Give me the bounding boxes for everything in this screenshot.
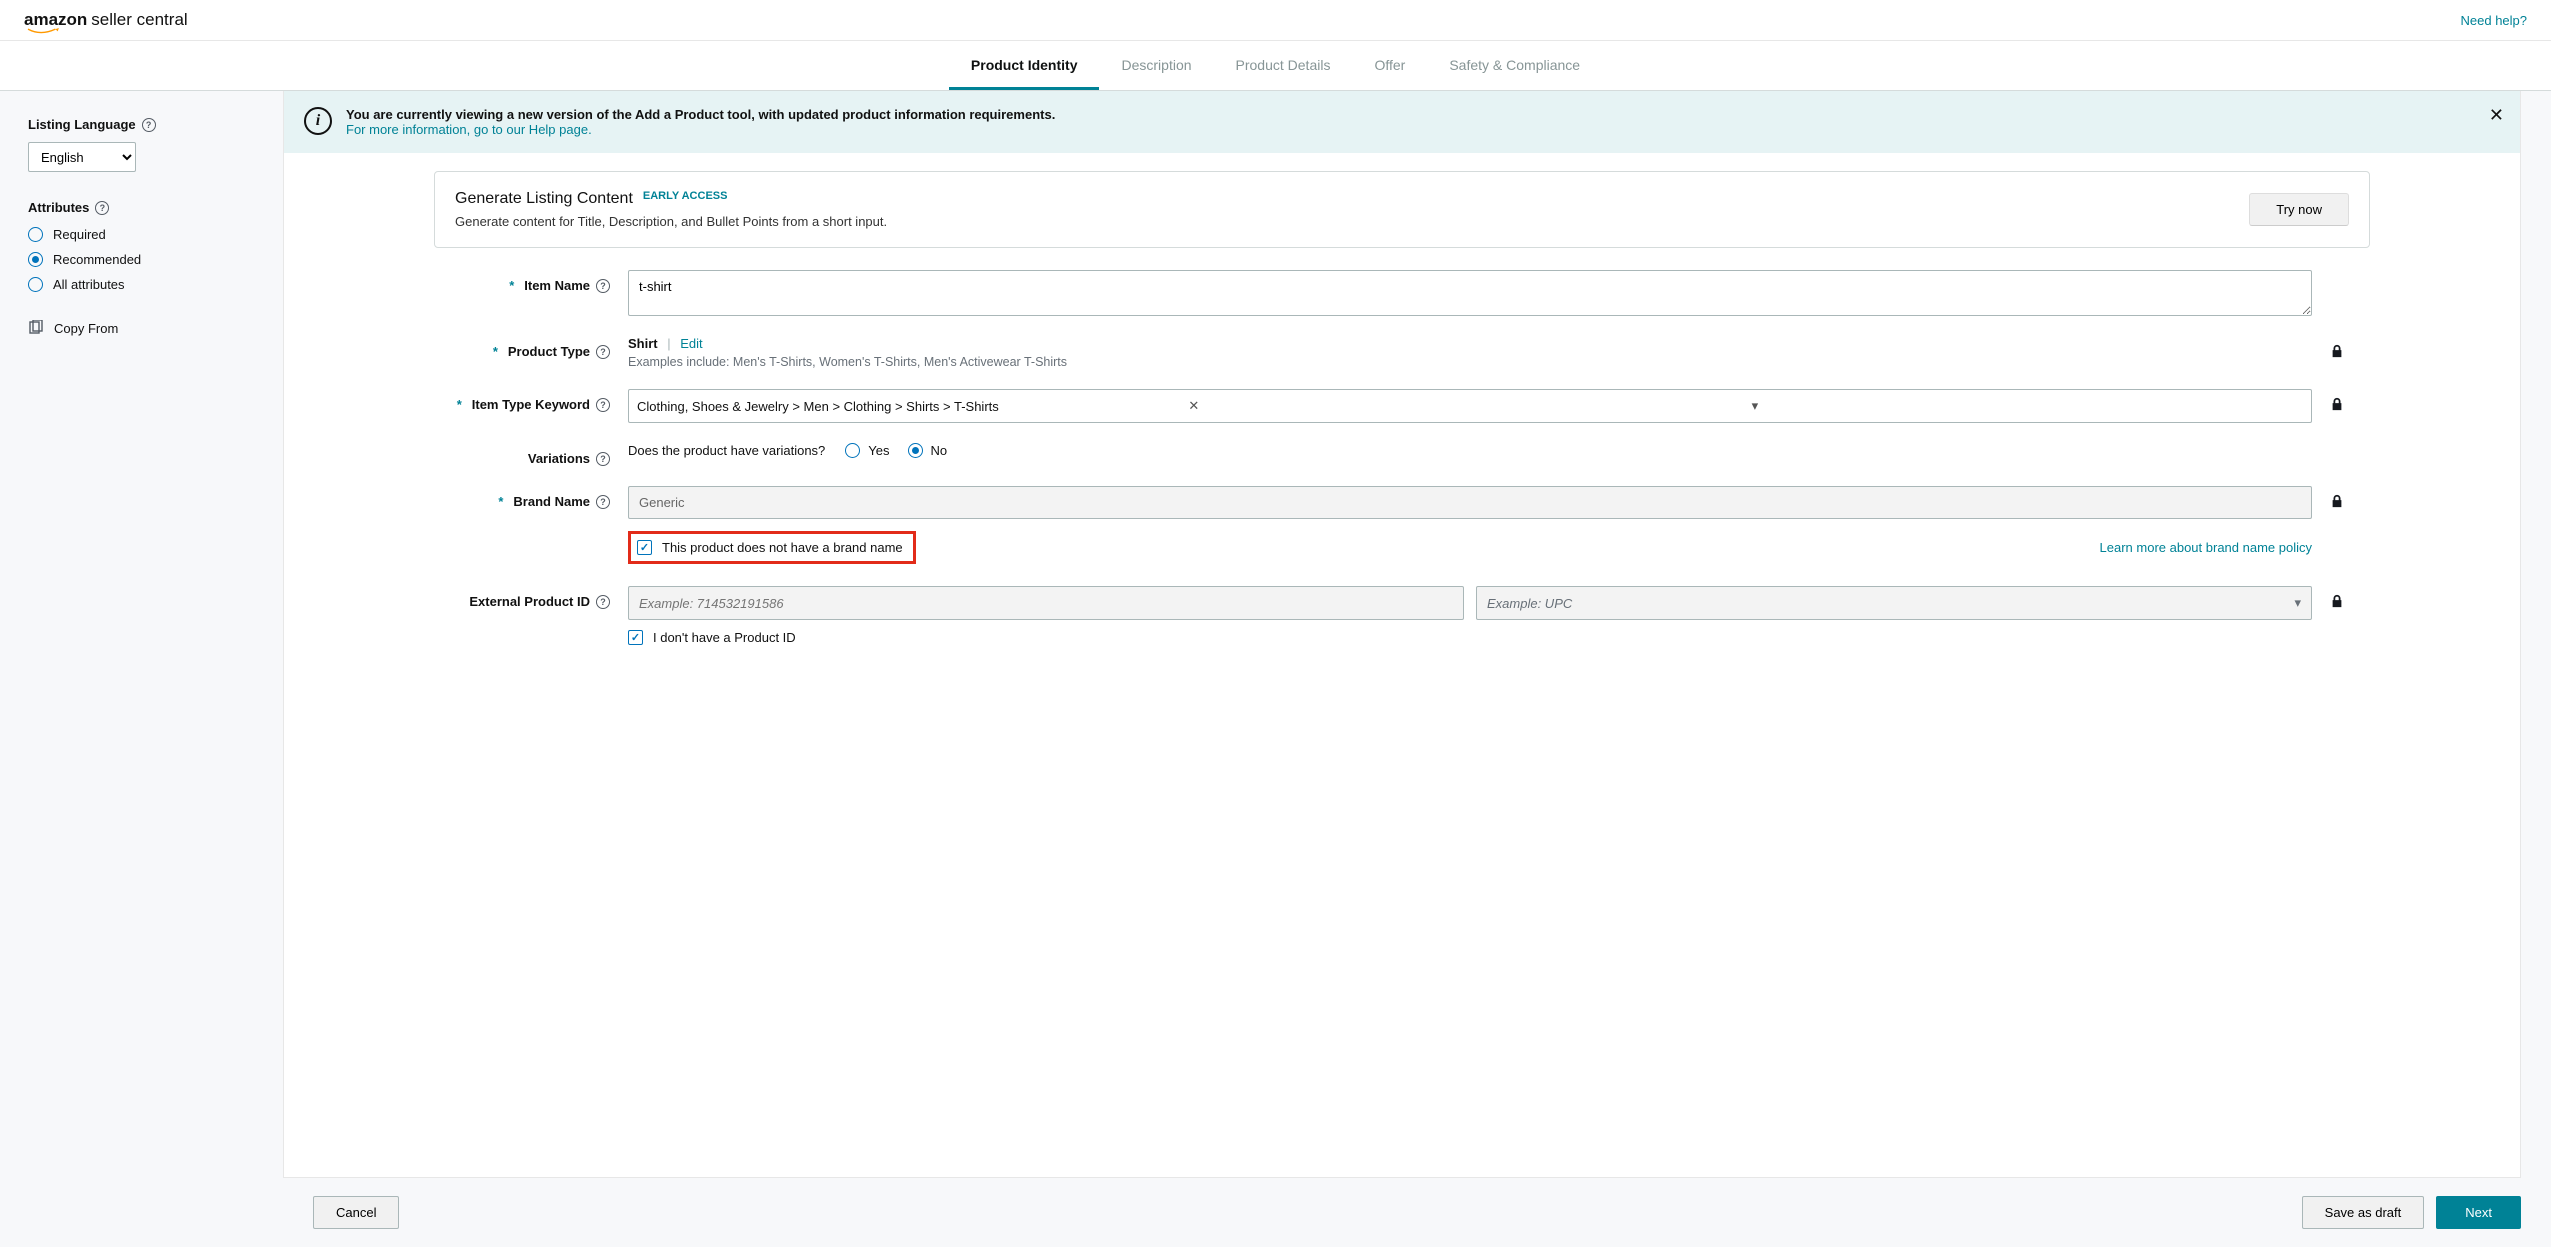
attr-required[interactable]: Required <box>28 227 255 242</box>
help-icon[interactable]: ? <box>596 595 610 609</box>
item-type-keyword-label: *Item Type Keyword ? <box>434 389 610 412</box>
chevron-down-icon: ▾ <box>2294 595 2301 611</box>
tab-product-identity[interactable]: Product Identity <box>949 41 1100 90</box>
radio-label: Recommended <box>53 252 141 267</box>
clear-icon[interactable]: ✕ <box>1188 398 1739 414</box>
product-type-label: *Product Type ? <box>434 336 610 359</box>
info-banner: i You are currently viewing a new versio… <box>284 91 2520 153</box>
try-now-button[interactable]: Try now <box>2249 193 2349 226</box>
language-select[interactable]: English <box>28 142 136 172</box>
radio-label: No <box>931 443 948 458</box>
top-header: amazon seller central Need help? <box>0 0 2551 41</box>
help-icon[interactable]: ? <box>95 201 109 215</box>
radio-label: All attributes <box>53 277 125 292</box>
radio-icon <box>28 252 43 267</box>
no-brand-highlight: This product does not have a brand name <box>628 531 916 564</box>
attributes-label: Attributes ? <box>28 200 109 215</box>
lock-icon <box>2330 344 2344 358</box>
sidebar: Listing Language ? English Attributes ? … <box>0 91 283 1178</box>
attr-recommended[interactable]: Recommended <box>28 252 255 267</box>
tab-safety-compliance[interactable]: Safety & Compliance <box>1427 41 1602 90</box>
smile-icon <box>24 28 64 36</box>
product-type-examples: Examples include: Men's T-Shirts, Women'… <box>628 355 2312 369</box>
radio-icon <box>28 227 43 242</box>
external-product-id-type-select: Example: UPC ▾ <box>1476 586 2312 620</box>
item-type-keyword-combo[interactable]: Clothing, Shoes & Jewelry > Men > Clothi… <box>628 389 2312 423</box>
help-icon[interactable]: ? <box>596 398 610 412</box>
no-product-id-checkbox[interactable] <box>628 630 643 645</box>
tab-product-details[interactable]: Product Details <box>1214 41 1353 90</box>
lock-icon <box>2330 594 2344 608</box>
variations-question: Does the product have variations? <box>628 443 825 458</box>
logo-text-seller-central: seller central <box>91 10 187 30</box>
help-icon[interactable]: ? <box>596 452 610 466</box>
main-panel: i You are currently viewing a new versio… <box>283 91 2521 1178</box>
radio-label: Yes <box>868 443 889 458</box>
copy-from-label: Copy From <box>54 321 118 336</box>
item-name-input[interactable] <box>628 270 2312 316</box>
product-type-value: Shirt <box>628 336 658 351</box>
info-icon: i <box>304 107 332 135</box>
product-type-edit-link[interactable]: Edit <box>680 336 702 351</box>
radio-icon <box>845 443 860 458</box>
logo-text-amazon: amazon <box>24 10 87 29</box>
save-draft-button[interactable]: Save as draft <box>2302 1196 2425 1229</box>
brand-name-label: *Brand Name ? <box>434 486 610 509</box>
generate-subtitle: Generate content for Title, Description,… <box>455 214 887 229</box>
banner-help-link[interactable]: For more information, go to our Help pag… <box>346 122 592 137</box>
external-product-id-input <box>628 586 1464 620</box>
need-help-link[interactable]: Need help? <box>2461 13 2528 28</box>
copy-icon <box>28 320 44 336</box>
tab-offer[interactable]: Offer <box>1352 41 1427 90</box>
combo-value: Clothing, Shoes & Jewelry > Men > Clothi… <box>637 399 1188 414</box>
no-product-id-label: I don't have a Product ID <box>653 630 796 645</box>
radio-label: Required <box>53 227 106 242</box>
tab-description[interactable]: Description <box>1099 41 1213 90</box>
radio-icon <box>908 443 923 458</box>
copy-from-button[interactable]: Copy From <box>28 320 255 336</box>
banner-text: You are currently viewing a new version … <box>346 107 1055 122</box>
variations-yes-radio[interactable]: Yes <box>845 443 889 458</box>
footer-bar: Cancel Save as draft Next <box>0 1178 2551 1247</box>
chevron-down-icon[interactable]: ▾ <box>1752 398 2303 414</box>
item-name-label: *Item Name ? <box>434 270 610 293</box>
next-button[interactable]: Next <box>2436 1196 2521 1229</box>
amazon-logo[interactable]: amazon seller central <box>24 10 188 30</box>
external-product-id-label: External Product ID ? <box>434 586 610 609</box>
generate-title: Generate Listing Content <box>455 190 633 208</box>
cancel-button[interactable]: Cancel <box>313 1196 399 1229</box>
help-icon[interactable]: ? <box>596 345 610 359</box>
close-icon[interactable]: ✕ <box>2489 105 2504 126</box>
generate-listing-box: Generate Listing Content EARLY ACCESS Ge… <box>434 171 2370 248</box>
tabs: Product Identity Description Product Det… <box>0 41 2551 91</box>
no-brand-checkbox[interactable] <box>637 540 652 555</box>
brand-name-input <box>628 486 2312 519</box>
help-icon[interactable]: ? <box>596 279 610 293</box>
help-icon[interactable]: ? <box>596 495 610 509</box>
listing-language-label: Listing Language ? <box>28 117 156 132</box>
variations-label: Variations ? <box>434 443 610 466</box>
no-brand-label: This product does not have a brand name <box>662 540 903 555</box>
early-access-badge: EARLY ACCESS <box>643 190 728 202</box>
brand-policy-link[interactable]: Learn more about brand name policy <box>2100 540 2312 555</box>
attr-all[interactable]: All attributes <box>28 277 255 292</box>
lock-icon <box>2330 397 2344 411</box>
help-icon[interactable]: ? <box>142 118 156 132</box>
radio-icon <box>28 277 43 292</box>
lock-icon <box>2330 494 2344 508</box>
variations-no-radio[interactable]: No <box>908 443 948 458</box>
